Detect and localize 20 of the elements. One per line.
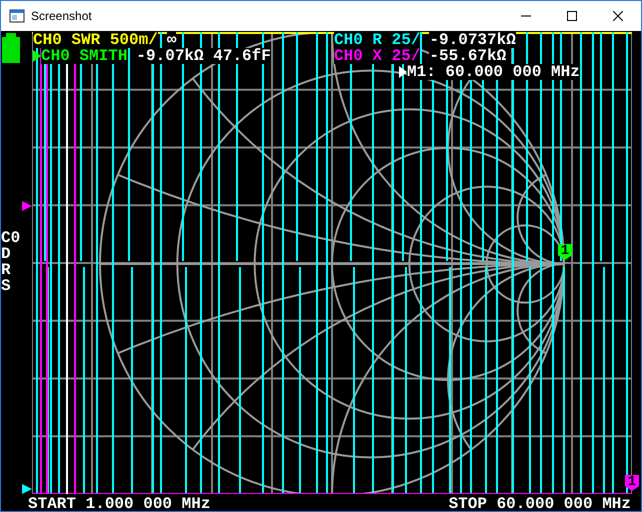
window-title: Screenshot bbox=[31, 9, 93, 23]
trace-value: -9.07kΩ 47.6fF bbox=[136, 48, 271, 64]
trace-value: -55.67kΩ bbox=[429, 48, 506, 64]
reference-marker-icon bbox=[22, 484, 32, 494]
start-frequency: START 1.000 000 MHz bbox=[28, 496, 210, 511]
chart-marker[interactable]: 1 bbox=[558, 244, 572, 260]
close-icon bbox=[613, 11, 623, 21]
marker-readout: M1: 60.000 000 MHz bbox=[407, 64, 580, 80]
reference-marker-icon bbox=[22, 201, 32, 211]
maximize-icon bbox=[567, 11, 577, 21]
trace-label[interactable]: CH0 SWR 500m/ bbox=[33, 32, 158, 48]
chart-marker[interactable]: 1 bbox=[625, 475, 639, 491]
stop-frequency: STOP 60.000 000 MHz bbox=[448, 496, 631, 511]
trace-label[interactable]: CH0 R 25/ bbox=[334, 32, 420, 48]
marker-pointer-icon bbox=[399, 66, 407, 78]
app-icon bbox=[9, 8, 25, 24]
trace-label[interactable]: CH0 SMITH bbox=[41, 48, 128, 64]
trace-value: -9.0737kΩ bbox=[429, 32, 516, 48]
battery-icon bbox=[2, 33, 20, 63]
trace-label[interactable]: CH0 X 25/ bbox=[334, 48, 420, 64]
